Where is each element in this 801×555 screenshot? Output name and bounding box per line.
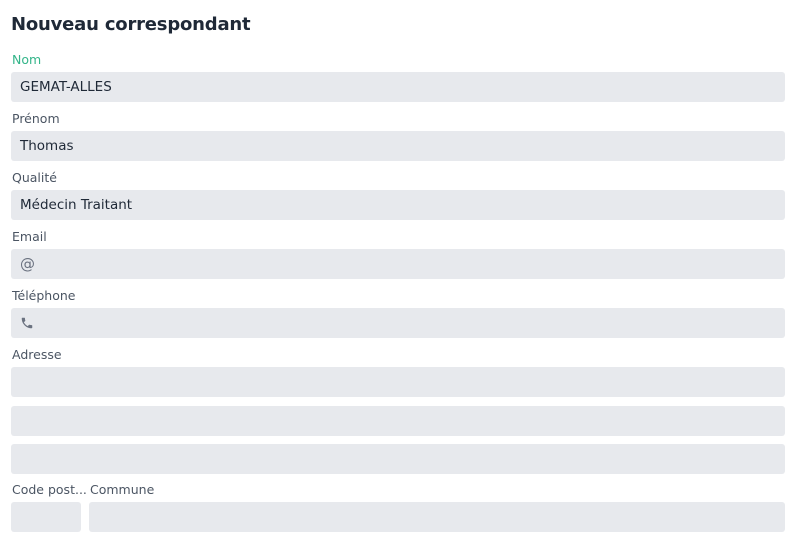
adresse-line-2-input[interactable] <box>11 406 785 436</box>
adresse-label: Adresse <box>12 347 62 362</box>
page-title: Nouveau correspondant <box>11 14 251 35</box>
code-postal-label: Code post... <box>12 482 87 497</box>
commune-label: Commune <box>90 482 155 497</box>
at-icon: @ <box>20 255 35 273</box>
adresse-line-1-input[interactable] <box>11 367 785 397</box>
email-label: Email <box>12 229 47 244</box>
code-postal-input[interactable] <box>11 502 81 532</box>
adresse-line-3-input[interactable] <box>11 444 785 474</box>
prenom-label: Prénom <box>12 111 60 126</box>
phone-icon <box>20 316 34 330</box>
nom-value: GEMAT-ALLES <box>20 79 112 95</box>
telephone-input[interactable] <box>11 308 785 338</box>
qualite-input[interactable]: Médecin Traitant <box>11 190 785 220</box>
prenom-value: Thomas <box>20 138 74 154</box>
telephone-label: Téléphone <box>12 288 76 303</box>
qualite-value: Médecin Traitant <box>20 197 133 213</box>
nom-label: Nom <box>12 52 42 67</box>
nom-input[interactable]: GEMAT-ALLES <box>11 72 785 102</box>
email-input[interactable]: @ <box>11 249 785 279</box>
qualite-label: Qualité <box>12 170 57 185</box>
commune-input[interactable] <box>89 502 785 532</box>
prenom-input[interactable]: Thomas <box>11 131 785 161</box>
